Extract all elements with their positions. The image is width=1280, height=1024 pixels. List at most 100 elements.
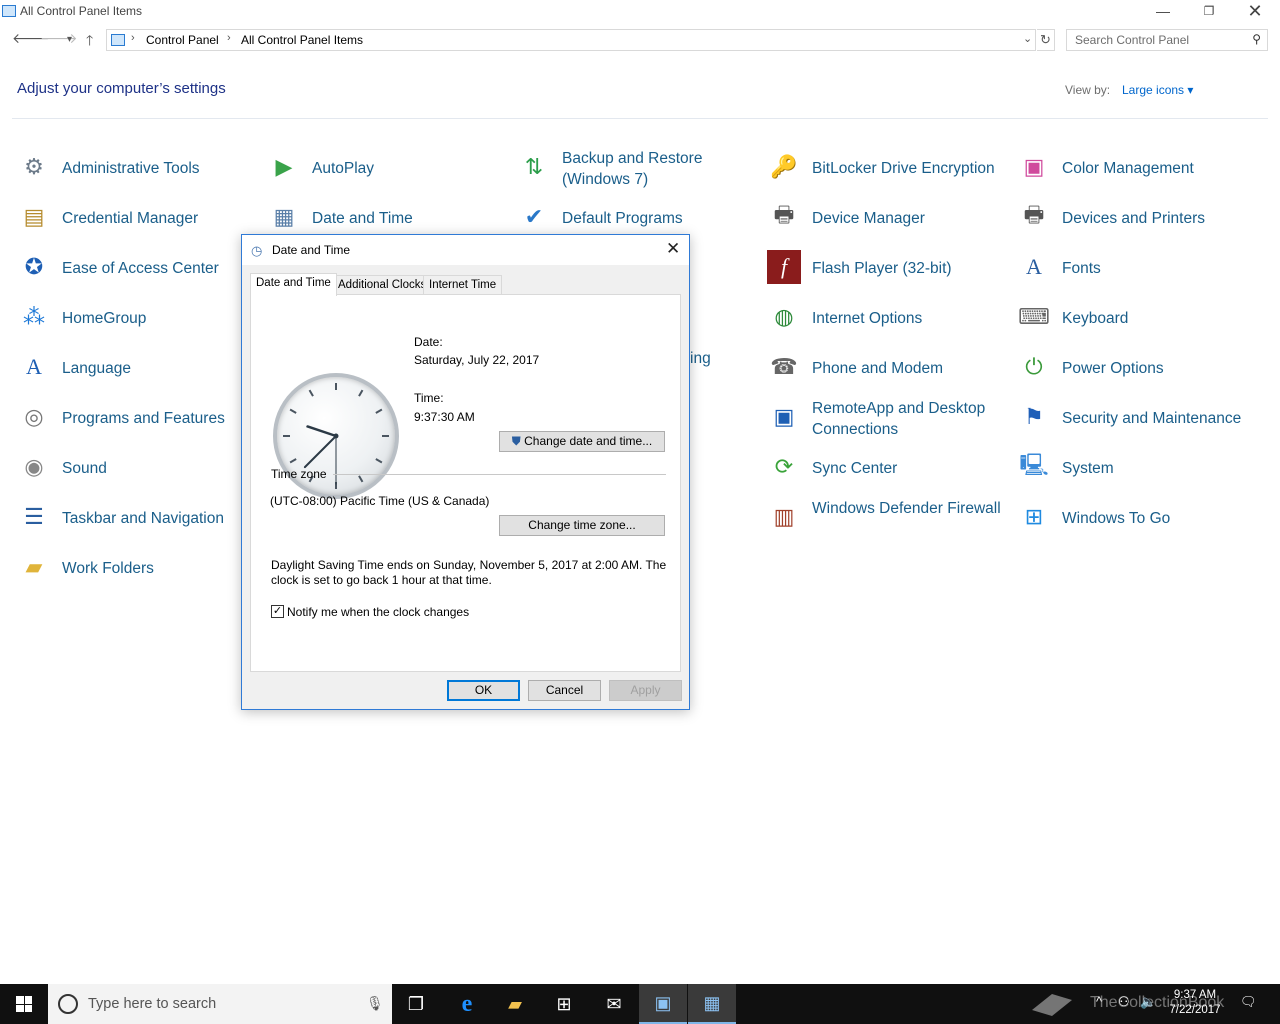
recent-locations-chevron-icon[interactable]: ▾ <box>67 34 72 45</box>
breadcrumb-control-panel[interactable]: Control Panel <box>146 33 219 47</box>
item-label: Credential Manager <box>62 210 199 227</box>
system-icon: 🖳 <box>1019 452 1049 477</box>
item-flash-player[interactable]: f Flash Player (32-bit) <box>767 248 1007 288</box>
item-power-options[interactable]: ⏻ Power Options <box>1017 348 1257 388</box>
task-view-icon[interactable]: ❐ <box>392 984 440 1024</box>
tab-additional-clocks[interactable]: Additional Clocks <box>332 275 433 295</box>
action-center-icon[interactable]: 🗨 <box>1240 994 1257 1010</box>
start-button[interactable] <box>0 984 48 1024</box>
item-sync-center[interactable]: ⟳ Sync Center <box>767 448 1007 488</box>
device-manager-icon: 🖶 <box>773 202 795 227</box>
item-label: Keyboard <box>1062 310 1129 327</box>
hidden-item-label-fragment[interactable]: ing <box>690 350 711 368</box>
item-label: Power Options <box>1062 360 1164 377</box>
item-remoteapp[interactable]: ▣ RemoteApp and Desktop Connections <box>767 398 1007 438</box>
change-time-zone-button[interactable]: Change time zone... <box>499 515 665 536</box>
close-button[interactable]: ✕ <box>1232 0 1278 24</box>
ok-button[interactable]: OK <box>447 680 520 701</box>
item-programs-features[interactable]: ◎ Programs and Features <box>17 398 247 438</box>
item-bitlocker[interactable]: 🔑 BitLocker Drive Encryption <box>767 148 1007 188</box>
item-sound[interactable]: ◉ Sound <box>17 448 247 488</box>
sync-icon: ⟳ <box>774 454 794 479</box>
notify-label[interactable]: Notify me when the clock changes <box>287 605 469 619</box>
date-time-taskbar-icon[interactable]: ▦ <box>688 984 736 1024</box>
item-label: Sound <box>62 460 107 477</box>
item-backup-restore[interactable]: ⇅ Backup and Restore (Windows 7) <box>517 148 747 188</box>
volume-icon[interactable]: 🔈 <box>1140 994 1156 1010</box>
edge-browser-icon[interactable]: e <box>443 984 491 1024</box>
item-taskbar-navigation[interactable]: ☰ Taskbar and Navigation <box>17 498 247 538</box>
taskbar-date: 7/22/2017 <box>1169 1004 1221 1016</box>
maximize-button[interactable]: ❐ <box>1186 0 1232 24</box>
file-explorer-icon[interactable]: ▰ <box>491 984 539 1024</box>
tab-date-and-time[interactable]: Date and Time <box>250 273 337 296</box>
search-input[interactable]: Search Control Panel ⚲ <box>1066 29 1268 51</box>
date-value: Saturday, July 22, 2017 <box>414 353 540 367</box>
tab-internet-time[interactable]: Internet Time <box>423 275 503 295</box>
item-devices-printers[interactable]: 🖶 Devices and Printers <box>1017 198 1257 238</box>
dst-message-line1: Daylight Saving Time ends on Sunday, Nov… <box>271 558 667 572</box>
clock-hour-tick <box>375 458 383 464</box>
search-icon[interactable]: ⚲ <box>1252 32 1261 46</box>
refresh-icon[interactable]: ↻ <box>1037 29 1055 51</box>
up-arrow-icon[interactable]: 🡑 <box>86 30 93 54</box>
keyboard-icon: ⌨ <box>1018 304 1050 329</box>
item-label: Programs and Features <box>62 410 225 427</box>
item-color-management[interactable]: ▣ Color Management <box>1017 148 1257 188</box>
notify-checkbox[interactable]: ✓ <box>271 605 284 618</box>
network-icon[interactable]: ⚇ <box>1118 994 1130 1010</box>
dialog-title: Date and Time <box>272 243 351 257</box>
apply-button[interactable]: Apply <box>609 680 682 701</box>
remoteapp-icon: ▣ <box>773 404 795 429</box>
bitlocker-icon: 🔑 <box>770 154 798 179</box>
item-credential-manager[interactable]: ▤ Credential Manager <box>17 198 247 238</box>
item-device-manager[interactable]: 🖶 Device Manager <box>767 198 1007 238</box>
time-zone-heading: Time zone <box>271 467 327 481</box>
item-keyboard[interactable]: ⌨ Keyboard <box>1017 298 1257 338</box>
store-icon[interactable]: ⊞ <box>540 984 588 1024</box>
item-administrative-tools[interactable]: ⚙ Administrative Tools <box>17 148 247 188</box>
minimize-button[interactable]: — <box>1140 0 1186 24</box>
item-security-maintenance[interactable]: ⚑ Security and Maintenance <box>1017 398 1267 438</box>
item-homegroup[interactable]: ⁂ HomeGroup <box>17 298 247 338</box>
dialog-close-icon[interactable]: ✕ <box>666 239 680 259</box>
item-windows-firewall[interactable]: ▥ Windows Defender Firewall <box>767 498 1007 538</box>
clock-hour-hand <box>306 425 338 438</box>
cancel-button[interactable]: Cancel <box>528 680 601 701</box>
item-phone-modem[interactable]: ☎ Phone and Modem <box>767 348 1007 388</box>
microphone-icon[interactable]: 🎙 <box>366 995 384 1012</box>
show-hidden-icons-chevron[interactable]: ^ <box>1096 994 1102 1009</box>
button-label: Change date and time... <box>524 434 653 448</box>
address-dropdown-icon[interactable]: ⌄ <box>1023 32 1032 45</box>
view-by-dropdown[interactable]: Large icons ▾ <box>1122 83 1193 97</box>
item-fonts[interactable]: A Fonts <box>1017 248 1257 288</box>
item-default-programs[interactable]: ✔ Default Programs <box>517 198 747 238</box>
control-panel-icon <box>2 5 16 17</box>
uac-shield-icon: ⛊ <box>511 434 521 448</box>
windows-to-go-icon: ⊞ <box>1024 504 1044 529</box>
breadcrumb-all-items[interactable]: All Control Panel Items <box>241 33 363 47</box>
taskbar-search-box[interactable]: Type here to search 🎙 <box>48 984 392 1024</box>
item-windows-to-go[interactable]: ⊞ Windows To Go <box>1017 498 1257 538</box>
item-label: BitLocker Drive Encryption <box>812 160 995 177</box>
address-cp-icon <box>111 34 125 46</box>
item-date-time[interactable]: ▦ Date and Time <box>267 198 497 238</box>
item-label: RemoteApp and Desktop Connections <box>812 400 986 438</box>
item-language[interactable]: A Language <box>17 348 247 388</box>
item-ease-of-access[interactable]: ✪ Ease of Access Center <box>17 248 247 288</box>
time-zone-value: (UTC-08:00) Pacific Time (US & Canada) <box>270 494 490 508</box>
item-label: Date and Time <box>312 210 413 227</box>
control-panel-taskbar-icon[interactable]: ▣ <box>639 984 687 1024</box>
printer-icon: 🖶 <box>1023 202 1045 227</box>
item-autoplay[interactable]: ▶ AutoPlay <box>267 148 497 188</box>
taskbar-clock[interactable]: 9:37 AM 7/22/2017 <box>1164 988 1226 1018</box>
item-label: Flash Player (32-bit) <box>812 260 952 277</box>
item-internet-options[interactable]: ◍ Internet Options <box>767 298 1007 338</box>
item-work-folders[interactable]: ▰ Work Folders <box>17 548 247 588</box>
mail-icon[interactable]: ✉ <box>590 984 638 1024</box>
item-system[interactable]: 🖳 System <box>1017 448 1257 488</box>
item-label: Devices and Printers <box>1062 210 1206 227</box>
clock-hour-tick <box>358 389 364 397</box>
change-date-time-button[interactable]: ⛊ Change date and time... <box>499 431 665 452</box>
address-bar[interactable]: › Control Panel › All Control Panel Item… <box>106 29 1036 51</box>
